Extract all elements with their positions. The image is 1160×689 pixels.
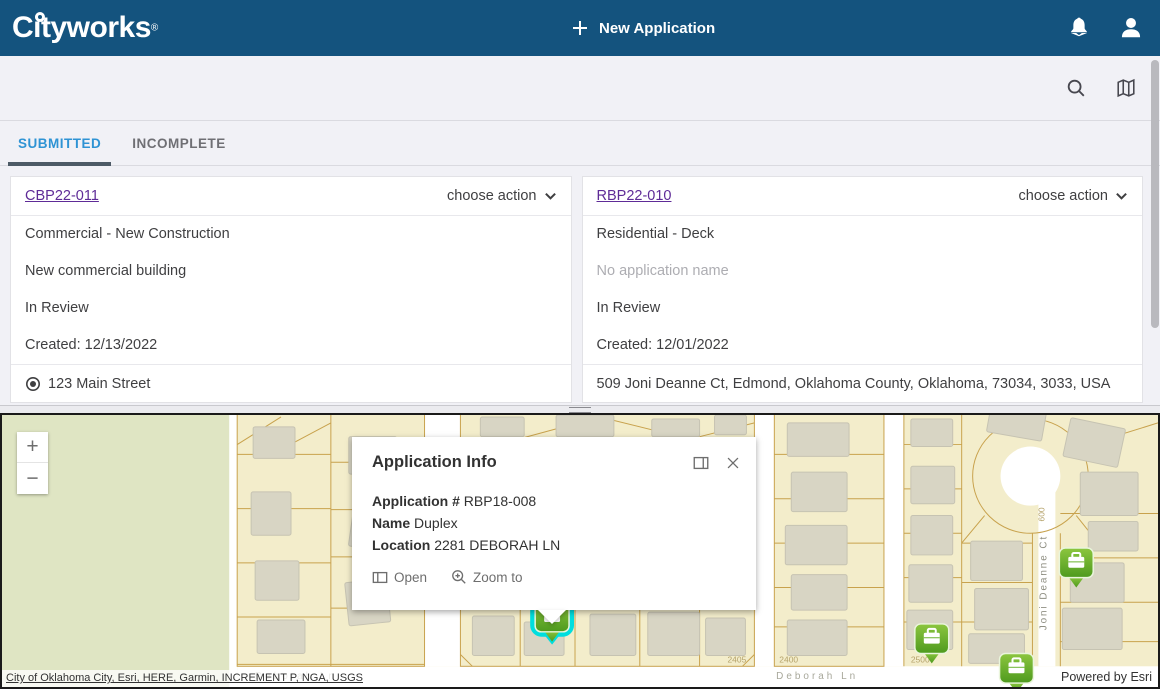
notifications-bell-icon[interactable] <box>1066 15 1092 41</box>
map-zoom-in-button[interactable]: + <box>17 432 48 463</box>
map-panel: Deborah Ln Deborah Ln Joni Deanne Ct 240… <box>0 413 1160 689</box>
app-header: Cityworks® New Application <box>0 0 1160 56</box>
application-created-date: Created: 12/01/2022 <box>583 327 1143 364</box>
application-address-row: 123 Main Street <box>11 364 571 402</box>
popup-field-value: 2281 DEBORAH LN <box>434 537 560 553</box>
popup-zoom-to-label: Zoom to <box>473 570 523 585</box>
application-name: New commercial building <box>11 253 571 290</box>
cityworks-logo[interactable]: Cityworks® <box>12 11 158 45</box>
header-icons <box>1066 15 1144 41</box>
popup-field-location: Location 2281 DEBORAH LN <box>372 534 736 556</box>
vertical-scrollbar[interactable] <box>1151 60 1159 405</box>
chevron-down-icon <box>544 190 557 202</box>
new-application-label: New Application <box>599 20 715 37</box>
map-zoom-out-button[interactable]: − <box>17 463 48 494</box>
application-address: 509 Joni Deanne Ct, Edmond, Oklahoma Cou… <box>597 376 1111 392</box>
popup-open-label: Open <box>394 570 427 585</box>
logo-text: Cityworks <box>12 11 151 44</box>
application-map-marker[interactable] <box>1000 653 1034 687</box>
popup-header: Application Info <box>352 437 756 472</box>
popup-field-value: RBP18-008 <box>464 493 536 509</box>
map-toggle-icon[interactable] <box>1115 77 1137 99</box>
popup-field-value: Duplex <box>414 515 458 531</box>
toolbar <box>0 56 1160 121</box>
tab-submitted-label: SUBMITTED <box>18 136 101 151</box>
plus-icon <box>572 20 588 36</box>
scrollbar-thumb[interactable] <box>1151 60 1159 328</box>
panel-resize-handle[interactable] <box>0 405 1160 413</box>
user-profile-icon[interactable] <box>1118 15 1144 41</box>
logo-registered-mark: ® <box>151 23 158 34</box>
application-id-link[interactable]: CBP22-011 <box>25 188 99 204</box>
chevron-down-icon <box>1115 190 1128 202</box>
popup-zoom-to-button[interactable]: Zoom to <box>451 569 523 585</box>
popup-field-label: Application # <box>372 493 460 509</box>
application-card-cbp22-011: CBP22-011 choose action Commercial - New… <box>10 176 572 403</box>
zoom-to-icon <box>451 569 467 585</box>
locate-target-icon <box>25 376 41 392</box>
tab-incomplete-label: INCOMPLETE <box>132 136 226 151</box>
popup-field-label: Name <box>372 515 410 531</box>
application-type: Commercial - New Construction <box>11 216 571 253</box>
application-card-rbp22-010: RBP22-010 choose action Residential - De… <box>582 176 1144 403</box>
popup-actions: Open Zoom to <box>352 556 756 598</box>
application-card-list: CBP22-011 choose action Commercial - New… <box>0 176 1160 403</box>
popup-title: Application Info <box>372 453 678 472</box>
popup-open-button[interactable]: Open <box>372 570 427 585</box>
card-header: CBP22-011 choose action <box>11 177 571 216</box>
cityworks-app: Cityworks® New Application <box>0 0 1160 689</box>
tab-incomplete[interactable]: INCOMPLETE <box>122 122 236 165</box>
lot-number-2405: 2405 <box>727 654 746 664</box>
popup-body: Application # RBP18-008 Name Duplex Loca… <box>352 472 756 556</box>
application-address-row: 509 Joni Deanne Ct, Edmond, Oklahoma Cou… <box>583 364 1143 402</box>
choose-action-label: choose action <box>447 188 536 204</box>
lot-number-600: 600 <box>1036 507 1046 521</box>
street-label-joni-deanne-ct: Joni Deanne Ct <box>1038 535 1049 631</box>
card-header: RBP22-010 choose action <box>583 177 1143 216</box>
close-popup-icon[interactable] <box>724 454 742 472</box>
new-application-button[interactable]: New Application <box>566 0 721 56</box>
lot-number-2400: 2400 <box>779 654 798 664</box>
application-type: Residential - Deck <box>583 216 1143 253</box>
application-status: In Review <box>583 290 1143 327</box>
application-id-link[interactable]: RBP22-010 <box>597 188 672 204</box>
popup-field-name: Name Duplex <box>372 512 736 534</box>
choose-action-dropdown[interactable]: choose action <box>447 188 556 204</box>
choose-action-label: choose action <box>1019 188 1108 204</box>
dock-popup-icon[interactable] <box>692 454 710 472</box>
application-status: In Review <box>11 290 571 327</box>
search-icon[interactable] <box>1065 77 1087 99</box>
map-zoom-control: + − <box>17 432 48 494</box>
application-info-popup: Application Info Application # RBP18-008… <box>352 437 756 610</box>
popup-field-application-number: Application # RBP18-008 <box>372 490 736 512</box>
map-attribution: City of Oklahoma City, Esri, HERE, Garmi… <box>2 670 368 687</box>
popup-field-label: Location <box>372 537 430 553</box>
tab-bar: SUBMITTED INCOMPLETE <box>0 122 1160 166</box>
street-label-deborah-ln-right: Deborah Ln <box>776 671 858 682</box>
application-name: No application name <box>583 253 1143 290</box>
choose-action-dropdown[interactable]: choose action <box>1019 188 1128 204</box>
open-panel-icon <box>372 570 388 585</box>
powered-by-esri: Powered by Esri <box>1055 668 1158 687</box>
application-created-date: Created: 12/13/2022 <box>11 327 571 364</box>
tab-submitted[interactable]: SUBMITTED <box>8 122 111 165</box>
popup-tail-pointer <box>538 610 566 624</box>
application-address: 123 Main Street <box>48 376 150 392</box>
logo-pin-dot-icon <box>35 12 45 22</box>
